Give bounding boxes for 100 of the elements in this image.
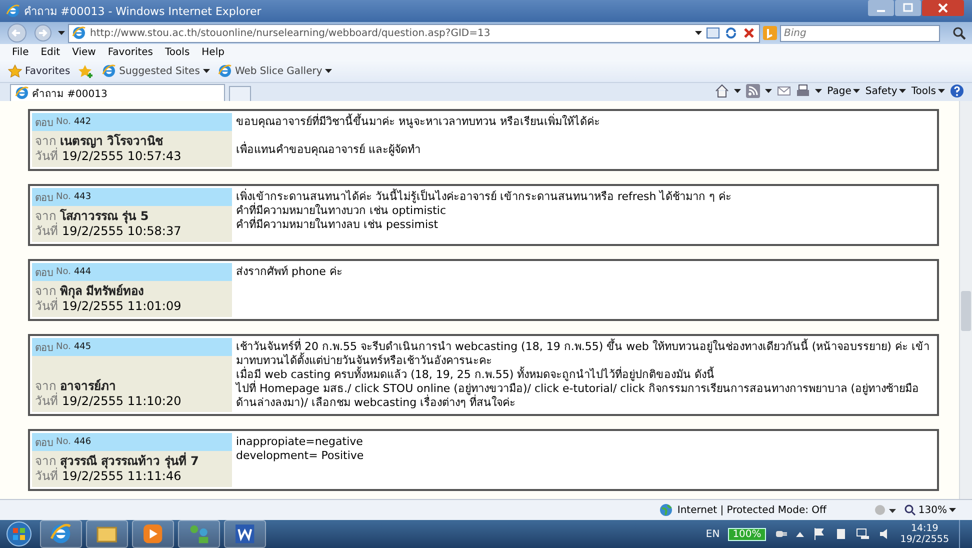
reply-number: 446 xyxy=(74,437,92,447)
scroll-thumb[interactable] xyxy=(961,291,971,331)
clock[interactable]: 14:19 19/2/2555 xyxy=(900,523,949,545)
window-title: คำถาม #00013 - Windows Internet Explorer xyxy=(24,4,262,20)
caret-icon xyxy=(949,508,956,512)
menu-item[interactable]: Favorites xyxy=(108,46,154,58)
page-icon xyxy=(102,64,116,78)
caret-icon xyxy=(325,69,332,73)
post-date: 19/2/2555 11:01:09 xyxy=(62,299,182,314)
menu-item[interactable]: File xyxy=(12,46,29,58)
message-text: เช้าวันจันทร์ที่ 20 ก.พ.55 จะรีบดำเนินการนำ webcasting (18, 19 ก.พ.55) ขึ้น web ให้ทบทวนอยู่ในช่องทางเดียวกันนี้ (หน้าจอบรรยาย) ค่ะ เข้ามาทบทวนได้ตั้งแต่บ่ายวันจันทร์หรือเช้าวันอังคารนะคะ xyxy=(236,340,930,367)
feeds-icon[interactable] xyxy=(746,84,760,98)
menu-item[interactable]: Edit xyxy=(40,46,60,58)
zoom-control[interactable]: 130% xyxy=(904,504,956,516)
menu-item[interactable]: View xyxy=(72,46,96,58)
message-text: เพื่อแทนคำขอบคุณอาจารย์ และผู้จัดทำ xyxy=(236,143,422,157)
caret-icon xyxy=(899,89,906,93)
date-label: วันที่ xyxy=(35,149,58,164)
network-icon[interactable] xyxy=(856,527,870,541)
post-date: 19/2/2555 11:11:46 xyxy=(62,469,182,484)
scrollbar[interactable] xyxy=(959,101,972,499)
from-label: จาก xyxy=(35,284,56,298)
post-date: 19/2/2555 10:58:37 xyxy=(62,224,182,239)
post-date: 19/2/2555 10:57:43 xyxy=(62,149,182,164)
page-icon xyxy=(218,64,232,78)
number-label: No. xyxy=(56,117,71,127)
favorites-item[interactable]: Suggested Sites xyxy=(102,64,210,78)
help-icon[interactable] xyxy=(950,84,964,98)
caret-icon[interactable] xyxy=(815,89,822,93)
globe-icon xyxy=(659,503,674,517)
post-date: 19/2/2555 11:10:20 xyxy=(62,394,182,409)
command-menu[interactable]: Tools xyxy=(911,86,945,96)
language-indicator[interactable]: EN xyxy=(706,528,720,540)
browser-tab[interactable]: คำถาม #00013 xyxy=(10,84,225,101)
menu-item[interactable]: Tools xyxy=(165,46,190,58)
zoom-icon xyxy=(904,504,916,516)
media-player-icon[interactable] xyxy=(142,523,164,545)
message-text: คำที่มีความหมายในทางบวก เช่น optimistic xyxy=(236,204,446,217)
message-text: ขอบคุณอาจารย์ที่มีวิชานี้ขึ้นมาค่ะ หนูจะหาเวลาทบทวน หรือเรียนเพิ่มให้ได้ค่ะ xyxy=(236,115,601,129)
security-zone-text: Internet | Protected Mode: Off xyxy=(677,504,826,516)
number-label: No. xyxy=(56,437,71,447)
caret-icon xyxy=(202,69,210,73)
number-label: No. xyxy=(56,342,71,352)
from-label: จาก xyxy=(35,379,56,393)
number-label: No. xyxy=(56,267,71,277)
from-label: จาก xyxy=(35,454,56,468)
print-icon[interactable] xyxy=(796,84,810,98)
favorites-item[interactable]: Web Slice Gallery xyxy=(218,64,332,78)
message-text: เพิ่งเข้ากระดานสนทนาได้ค่ะ วันนี้ไม่รู้เป็นไงค่ะอาจารย์ เข้ากระดานสนทนาหรือ refresh ได้ช้ามาก ๆ ค่ะ xyxy=(236,190,733,203)
reply-label: ตอบ xyxy=(35,192,53,204)
reply-number: 442 xyxy=(74,117,92,127)
close-icon[interactable] xyxy=(922,0,964,16)
flag-icon[interactable] xyxy=(812,527,826,541)
caret-icon[interactable] xyxy=(765,89,772,93)
date-label: วันที่ xyxy=(35,469,58,484)
compatibility-icon[interactable] xyxy=(706,26,720,40)
date-label: วันที่ xyxy=(35,299,58,314)
from-label: จาก xyxy=(35,209,56,223)
caret-icon xyxy=(938,89,945,93)
home-icon[interactable] xyxy=(715,84,730,98)
caret-icon[interactable] xyxy=(58,31,65,35)
page-icon xyxy=(72,26,86,40)
reply-number: 444 xyxy=(74,267,92,277)
command-menu[interactable]: Safety xyxy=(865,86,906,96)
browser-icon[interactable] xyxy=(50,523,72,545)
message-text: คำที่มีความหมายในทางลบ เช่น pessimist xyxy=(236,218,440,232)
page-icon xyxy=(15,86,29,100)
message-text: development= Positive xyxy=(236,449,365,463)
favorites-item[interactable]: Favorites xyxy=(8,64,70,78)
author-name: อาจารย์ภา xyxy=(60,379,116,394)
search-field[interactable]: Bing xyxy=(780,24,940,42)
command-menu[interactable]: Page xyxy=(827,86,860,96)
caret-icon[interactable] xyxy=(734,89,742,93)
author-name: สุวรรณี สุวรรณท้าว รุ่นที่ 7 xyxy=(60,454,199,469)
reply-number: 443 xyxy=(74,192,92,202)
star-icon xyxy=(8,64,22,78)
caret-icon[interactable] xyxy=(695,31,702,35)
reply-label: ตอบ xyxy=(35,116,53,130)
caret-icon[interactable] xyxy=(796,531,804,537)
message-text: ไปที่ Homepage มสธ./ click STOU online (อยู่ทางขวามือ)/ click e-tutorial/ click กิจกรรมการเรียนการสอนทางการพยาบาล (อยู่ทางซ้ายมือด้านล่างลงมา)/ เลือกชม webcasting เรื่องต่างๆ ที่สนใจค่ะ xyxy=(236,382,920,410)
menu-item[interactable]: Help xyxy=(202,46,224,58)
add-favorite-icon[interactable] xyxy=(78,64,94,78)
author-name: โสภาวรรณ รุ่น 5 xyxy=(60,209,149,224)
message-text: ส่งรากศัพท์ phone ค่ะ xyxy=(236,265,344,279)
author-name: พิกุล มีทรัพย์ทอง xyxy=(60,284,144,299)
number-label: No. xyxy=(56,192,71,202)
mail-icon[interactable] xyxy=(777,84,792,98)
reply-label: ตอบ xyxy=(35,436,53,450)
caret-icon xyxy=(853,89,860,93)
url-text: http://www.stou.ac.th/stouonline/nurselearning/webboard/question.asp?GID=13 xyxy=(90,28,492,38)
date-label: วันที่ xyxy=(35,394,58,409)
stop-icon[interactable] xyxy=(742,26,756,40)
address-field[interactable]: http://www.stou.ac.th/stouonline/nurselearning/webboard/question.asp?GID=13 xyxy=(68,24,760,42)
word-icon[interactable] xyxy=(234,523,256,545)
from-label: จาก xyxy=(35,134,56,148)
reply-number: 445 xyxy=(74,342,92,352)
search-icon[interactable] xyxy=(952,26,966,40)
browser-logo-icon xyxy=(6,4,20,18)
refresh-icon[interactable] xyxy=(724,26,738,40)
message-text: เมื่อมี web casting ครบทั้งหมดแล้ว (18, 19, 25 ก.พ.55) ทั้งหมดจะถูกนำไปไว้ที่อยู่ปกติของมัน ดังนี้ xyxy=(236,368,716,381)
